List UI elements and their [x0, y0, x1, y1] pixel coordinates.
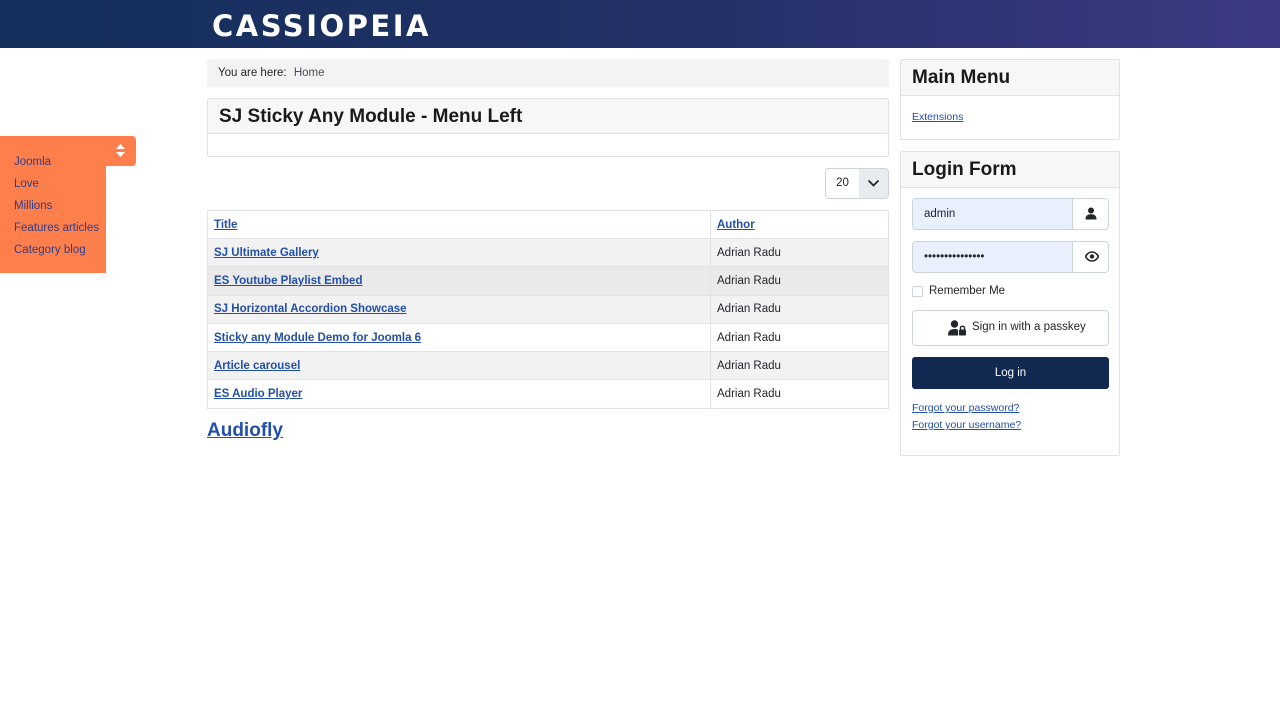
- sort-by-author-link[interactable]: Author: [717, 219, 755, 231]
- table-row: Article carousel Adrian Radu: [207, 351, 889, 381]
- article-link[interactable]: ES Audio Player: [214, 388, 302, 400]
- article-link[interactable]: ES Youtube Playlist Embed: [214, 275, 362, 287]
- sticky-menu-link-joomla[interactable]: Joomla: [14, 156, 51, 168]
- table-row: Sticky any Module Demo for Joomla 6 Adri…: [207, 322, 889, 353]
- article-link[interactable]: SJ Ultimate Gallery: [214, 247, 319, 259]
- table-row: SJ Ultimate Gallery Adrian Radu: [207, 237, 889, 268]
- table-cell-author: Adrian Radu: [710, 294, 889, 324]
- column-header-author: Author: [710, 210, 889, 239]
- eye-icon: [1085, 251, 1099, 262]
- module-title: SJ Sticky Any Module - Menu Left: [219, 106, 523, 127]
- remember-me-label[interactable]: Remember Me: [929, 285, 1005, 297]
- column-header-title: Title: [207, 210, 711, 239]
- table-cell-author: Adrian Radu: [710, 266, 889, 296]
- forgot-password-link[interactable]: Forgot your password?: [912, 402, 1019, 414]
- sticky-menu-link-love[interactable]: Love: [14, 178, 39, 190]
- breadcrumb: You are here: Home: [207, 59, 889, 87]
- passkey-button-label: Sign in with a passkey: [972, 321, 1086, 333]
- login-form-header: Login Form: [901, 152, 1119, 188]
- sticky-menu-toggle[interactable]: [105, 136, 136, 166]
- username-input[interactable]: [913, 199, 1072, 229]
- table-header-row: Title Author: [207, 210, 889, 239]
- remember-me-checkbox[interactable]: [912, 286, 923, 297]
- chevron-down-icon: [867, 179, 880, 187]
- password-field: [912, 241, 1109, 273]
- login-form-title: Login Form: [912, 159, 1017, 180]
- table-cell-title: ES Audio Player: [207, 379, 711, 409]
- module-card-header: SJ Sticky Any Module - Menu Left: [208, 99, 888, 134]
- sort-arrows-icon: [116, 144, 125, 157]
- site-header: CASSIOPEIA: [0, 0, 1280, 48]
- sticky-menu-item: Features articles: [14, 218, 99, 240]
- list-limit-toggle[interactable]: [859, 169, 888, 198]
- sticky-menu-list: Joomla Love Millions Features articles C…: [14, 152, 99, 262]
- article-link[interactable]: Article carousel: [214, 360, 300, 372]
- module-card: SJ Sticky Any Module - Menu Left: [207, 98, 889, 157]
- sticky-menu-item: Joomla: [14, 152, 99, 174]
- table-cell-author: Adrian Radu: [710, 237, 889, 268]
- sticky-menu-item: Love: [14, 174, 99, 196]
- table-row: ES Audio Player Adrian Radu: [207, 379, 889, 409]
- user-icon: [1085, 207, 1097, 220]
- table-row: SJ Horizontal Accordion Showcase Adrian …: [207, 294, 889, 324]
- breadcrumb-home: Home: [293, 67, 325, 79]
- show-password-button[interactable]: [1072, 242, 1108, 272]
- main-menu-header: Main Menu: [901, 60, 1119, 96]
- table-cell-title: Article carousel: [207, 351, 711, 381]
- table-cell-title: Sticky any Module Demo for Joomla 6: [207, 322, 711, 353]
- sticky-menu-item: Category blog: [14, 240, 99, 262]
- list-limit-select[interactable]: 20: [825, 168, 889, 199]
- sticky-menu-item: Millions: [14, 196, 99, 218]
- table-cell-title: SJ Ultimate Gallery: [207, 237, 711, 268]
- breadcrumb-label: You are here:: [218, 67, 287, 79]
- passkey-button[interactable]: Sign in with a passkey: [912, 310, 1109, 346]
- username-icon-button: [1072, 199, 1108, 229]
- article-link[interactable]: Sticky any Module Demo for Joomla 6: [214, 332, 421, 344]
- site-brand[interactable]: CASSIOPEIA: [212, 10, 431, 42]
- main-menu-link-extensions[interactable]: Extensions: [912, 111, 963, 123]
- forgot-username-link[interactable]: Forgot your username?: [912, 419, 1021, 431]
- table-cell-author: Adrian Radu: [710, 351, 889, 381]
- table-cell-title: ES Youtube Playlist Embed: [207, 266, 711, 296]
- table-row: ES Youtube Playlist Embed Adrian Radu: [207, 266, 889, 296]
- article-link[interactable]: SJ Horizontal Accordion Showcase: [214, 303, 407, 315]
- login-button[interactable]: Log in: [912, 357, 1109, 389]
- table-cell-title: SJ Horizontal Accordion Showcase: [207, 294, 711, 324]
- table-cell-author: Adrian Radu: [710, 379, 889, 409]
- sticky-menu-link-millions[interactable]: Millions: [14, 200, 52, 212]
- list-limit-value: 20: [826, 169, 859, 198]
- articles-table: Title Author SJ Ultimate Gallery Adrian …: [207, 210, 889, 409]
- audiofly-heading-link[interactable]: Audiofly: [207, 420, 283, 442]
- sort-by-title-link[interactable]: Title: [214, 219, 237, 231]
- main-menu-title: Main Menu: [912, 67, 1011, 88]
- user-lock-icon: [948, 320, 966, 336]
- password-input[interactable]: [913, 242, 1072, 272]
- table-cell-author: Adrian Radu: [710, 322, 889, 353]
- sticky-menu-link-features-articles[interactable]: Features articles: [14, 222, 99, 234]
- sticky-menu-link-category-blog[interactable]: Category blog: [14, 244, 86, 256]
- login-form-card: Login Form Remember Me Sign: [900, 151, 1120, 456]
- username-field: [912, 198, 1109, 230]
- main-menu-card: Main Menu Extensions: [900, 59, 1120, 140]
